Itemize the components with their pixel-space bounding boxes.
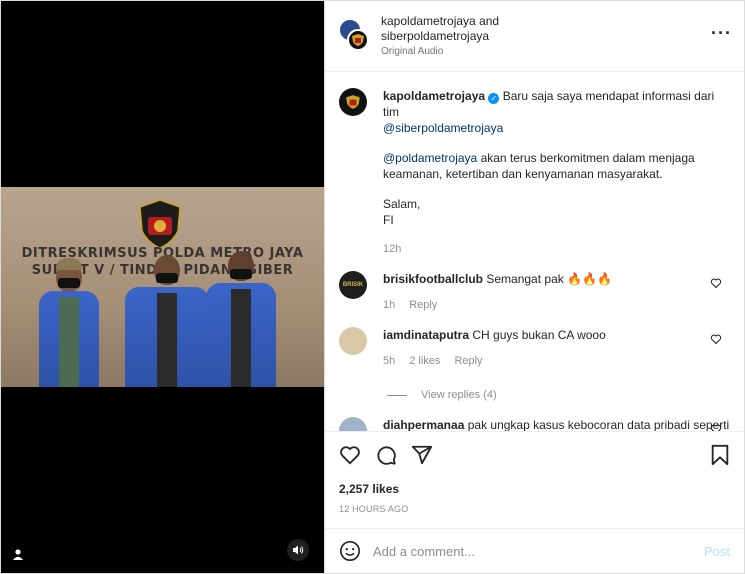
mention-link[interactable]: @siberpoldametrojaya	[383, 120, 730, 136]
post-modal: DITRESKRIMSUS POLDA METRO JAYA SUBDIT V …	[0, 0, 745, 574]
post-header: kapoldametrojaya and siberpoldametrojaya…	[325, 1, 744, 72]
comment-username[interactable]: brisikfootballclub	[383, 272, 483, 286]
comment-text: Semangat pak 🔥🔥🔥	[486, 272, 612, 286]
post-side-panel: kapoldametrojaya and siberpoldametrojaya…	[324, 1, 744, 573]
like-comment-heart-icon[interactable]	[710, 423, 722, 431]
comment-item: BRISIK brisikfootballclub Semangat pak 🔥…	[339, 271, 730, 313]
header-author-names: kapoldametrojaya and siberpoldametrojaya…	[381, 14, 499, 59]
comments-list[interactable]: kapoldametrojaya ✓ Baru saja saya mendap…	[325, 72, 744, 431]
caption-username[interactable]: kapoldametrojaya	[383, 89, 485, 103]
timestamp[interactable]: 1h	[383, 299, 395, 311]
avatar[interactable]	[339, 88, 367, 116]
comment-likes[interactable]: 2 likes	[409, 355, 440, 367]
caption-text: FI	[383, 213, 394, 227]
post-video-frame: DITRESKRIMSUS POLDA METRO JAYA SUBDIT V …	[1, 187, 324, 387]
police-emblem-icon	[139, 199, 181, 249]
and-text: and	[475, 13, 500, 28]
audio-toggle-icon[interactable]	[287, 539, 309, 561]
caption: kapoldametrojaya ✓ Baru saja saya mendap…	[339, 88, 730, 257]
like-comment-heart-icon[interactable]	[710, 333, 722, 345]
person-left	[39, 258, 99, 387]
bookmark-icon[interactable]	[710, 444, 730, 466]
post-comment-button[interactable]: Post	[704, 544, 730, 559]
comment-username[interactable]: iamdinataputra	[383, 328, 469, 342]
author-link[interactable]: siberpoldametrojaya	[381, 29, 499, 44]
view-replies-button[interactable]: View replies (4)	[421, 387, 497, 403]
tagged-user-icon[interactable]	[7, 543, 29, 565]
comment-text: CH guys bukan CA wooo	[472, 328, 606, 342]
share-send-icon[interactable]	[411, 444, 433, 466]
original-audio-link[interactable]: Original Audio	[381, 44, 499, 59]
likes-count[interactable]: 2,257 likes	[325, 478, 744, 500]
post-actions	[325, 431, 744, 478]
avatar[interactable]: BRISIK	[339, 271, 367, 299]
video-player[interactable]: DITRESKRIMSUS POLDA METRO JAYA SUBDIT V …	[1, 1, 324, 573]
person-right	[206, 251, 276, 387]
timestamp[interactable]: 5h	[383, 355, 395, 367]
emoji-icon[interactable]	[339, 540, 361, 562]
like-comment-heart-icon[interactable]	[710, 277, 722, 289]
verified-badge-icon: ✓	[488, 93, 500, 104]
co-author-avatars[interactable]	[339, 19, 369, 53]
replies-divider	[387, 394, 407, 396]
add-comment-bar: Add a comment... Post	[325, 528, 744, 573]
avatar-logo: BRISIK	[342, 282, 364, 288]
caption-text: Salam,	[383, 197, 421, 211]
person-center	[125, 255, 209, 387]
avatar[interactable]	[339, 417, 367, 431]
author-link[interactable]: kapoldametrojaya	[381, 14, 476, 28]
like-heart-icon[interactable]	[339, 444, 361, 466]
avatar	[347, 29, 369, 51]
mention-link[interactable]: @poldametrojaya	[383, 151, 477, 165]
reply-button[interactable]: Reply	[409, 299, 437, 311]
avatar[interactable]	[339, 327, 367, 355]
timestamp[interactable]: 12h	[383, 243, 401, 255]
post-time[interactable]: 12 HOURS AGO	[325, 500, 744, 528]
comment-bubble-icon[interactable]	[375, 444, 397, 466]
comment-item: iamdinataputra CH guys bukan CA wooo 5h 2…	[339, 327, 730, 403]
comment-username[interactable]: diahpermanaa	[383, 418, 464, 431]
comment-item: diahpermanaa pak ungkap kasus kebocoran …	[339, 417, 730, 431]
more-dots-icon[interactable]: ···	[711, 23, 732, 44]
comment-input[interactable]: Add a comment...	[373, 544, 704, 559]
reply-button[interactable]: Reply	[454, 355, 482, 367]
